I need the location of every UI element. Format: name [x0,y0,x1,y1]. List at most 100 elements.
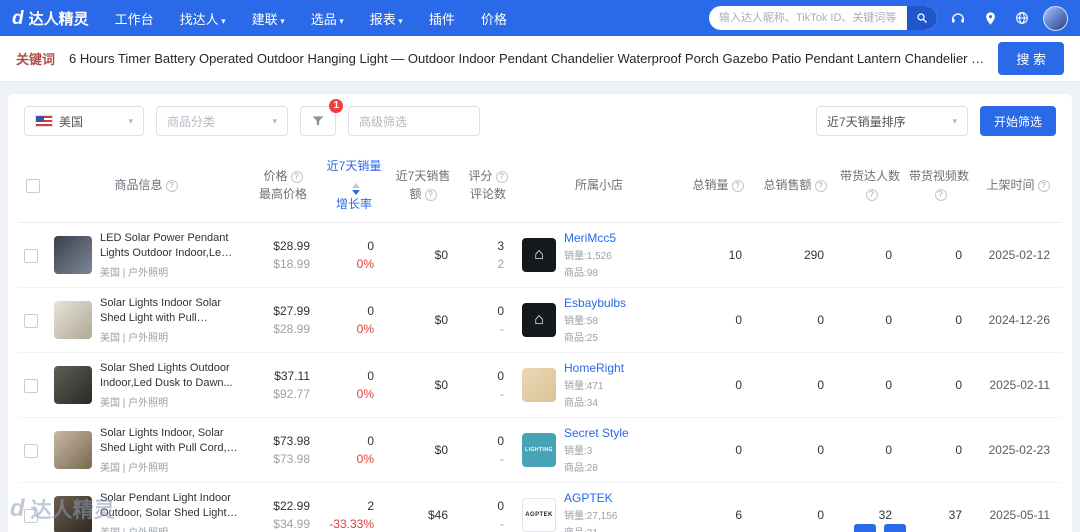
shop-sales: 销量:3 [564,446,593,458]
col-total-sales: 总销量 [682,148,754,224]
row-checkbox[interactable] [24,313,38,328]
country-select[interactable]: 美国 ▾ [24,106,144,136]
rating: 0 [497,434,504,449]
product-image[interactable] [54,431,92,470]
product-title[interactable]: Solar Shed Lights Outdoor Indoor,Led Dus… [100,361,238,391]
info-icon[interactable] [495,170,508,183]
col-sales-7d[interactable]: 近7天销量 增长率 [322,148,386,224]
col-shop: 所属小店 [516,148,682,224]
row-checkbox[interactable] [24,508,38,523]
revenue-7d: $0 [434,248,448,263]
info-icon[interactable] [934,189,947,202]
product-image[interactable] [54,301,92,340]
product-title[interactable]: LED Solar Power Pendant Lights Outdoor I… [100,231,238,261]
chevron-down-icon: ▾ [272,115,277,126]
funnel-icon [312,116,324,126]
col-revenue-7d: 近7天销售额 [386,148,460,224]
product-tags: 美国 | 户外照明 [100,268,169,280]
listed-date: 2025-02-23 [974,417,1062,484]
products-table: 商品信息 价格最高价格 近7天销量增长率 近7天销售额 评分评论数 所属小店 总… [18,148,1062,532]
country-value: 美国 [59,114,84,129]
revenue-7d: $46 [427,508,448,523]
menu-plugin[interactable]: 插件 [429,9,455,28]
row-checkbox[interactable] [24,378,38,393]
sort-select[interactable]: 近7天销量排序 ▾ [815,106,968,136]
rating: 0 [497,304,504,319]
sort-icons[interactable] [351,182,360,195]
menu-connect[interactable]: 建联 [252,9,285,28]
product-title[interactable]: Solar Pendant Light Indoor Outdoor, Sola… [100,491,238,521]
pagination-page[interactable] [884,524,906,532]
shop-logo[interactable] [522,368,556,403]
price: $73.98 [273,434,310,449]
headset-icon[interactable] [947,7,969,29]
total-revenue: 290 [754,222,836,289]
shop-logo[interactable]: LIGHTING [522,433,556,468]
navbar-right [709,5,1068,31]
menu-product-picking[interactable]: 选品 [311,9,344,28]
keyword-text[interactable]: 6 Hours Timer Battery Operated Outdoor H… [69,51,984,66]
total-revenue: 0 [754,482,836,532]
info-icon[interactable] [165,179,178,192]
menu-workbench[interactable]: 工作台 [115,9,154,28]
product-image[interactable] [54,366,92,405]
category-select[interactable]: 商品分类 ▾ [156,106,288,136]
review-count: - [500,517,504,532]
menu-pricing[interactable]: 价格 [481,9,507,28]
growth-rate: -33.33% [329,517,374,532]
col-product: 商品信息 [48,148,244,224]
total-revenue: 0 [754,352,836,419]
price: $28.99 [273,239,310,254]
info-icon[interactable] [814,179,827,192]
global-search-input[interactable] [719,12,907,24]
shop-name[interactable]: HomeRight [564,361,624,375]
menu-reports[interactable]: 报表 [370,9,403,28]
menu-find-talent[interactable]: 找达人 [180,9,226,28]
rating: 0 [497,369,504,384]
product-title[interactable]: Solar Lights Indoor, Solar Shed Light wi… [100,426,238,456]
row-checkbox[interactable] [24,443,38,458]
info-icon[interactable] [731,179,744,192]
shop-logo[interactable]: AGPTEK [522,498,556,532]
app-logo[interactable]: d 达人精灵 [12,8,89,29]
shop-name[interactable]: MeriMcc5 [564,231,616,245]
total-sales: 10 [682,222,754,289]
search-icon[interactable] [907,6,937,30]
info-icon[interactable] [290,170,303,183]
shop-name[interactable]: Secret Style [564,426,629,440]
location-icon[interactable] [979,7,1001,29]
start-filter-button[interactable]: 开始筛选 [979,106,1056,136]
product-image[interactable] [54,236,92,275]
shop-sales: 销量:471 [564,381,604,393]
keyword-search-button[interactable]: 搜 索 [998,42,1064,75]
logo-text: 达人精灵 [28,10,89,28]
shop-name[interactable]: Esbaybulbs [564,296,626,310]
logo-icon: d [12,7,24,29]
total-sales: 0 [682,287,754,354]
select-all-checkbox[interactable] [26,178,40,193]
pagination-page[interactable] [854,524,876,532]
globe-icon[interactable] [1011,7,1033,29]
info-icon[interactable] [1037,179,1050,192]
product-image[interactable] [54,496,92,532]
advanced-filter-select[interactable]: 高级筛选 [348,106,480,136]
total-revenue: 0 [754,287,836,354]
sales-7d: 0 [367,304,374,319]
sort-value: 近7天销量排序 [826,114,906,129]
product-title[interactable]: Solar Lights Indoor Solar Shed Light wit… [100,296,238,326]
sales-7d: 0 [367,239,374,254]
table-row: Solar Shed Lights Outdoor Indoor,Led Dus… [18,352,1062,419]
table-row: Solar Lights Indoor, Solar Shed Light wi… [18,417,1062,484]
user-avatar[interactable] [1043,5,1068,31]
shop-logo[interactable]: ⌂ [522,303,556,338]
max-price: $28.99 [273,322,310,337]
revenue-7d: $0 [434,378,448,393]
info-icon[interactable] [865,189,878,202]
max-price: $73.98 [273,452,310,467]
info-icon[interactable] [424,189,437,202]
shop-logo[interactable]: ⌂ [522,238,556,273]
shop-name[interactable]: AGPTEK [564,491,617,505]
growth-rate: 0% [356,257,374,272]
row-checkbox[interactable] [24,248,38,263]
main-menu: 工作台 找达人 建联 选品 报表 插件 价格 [115,9,507,28]
